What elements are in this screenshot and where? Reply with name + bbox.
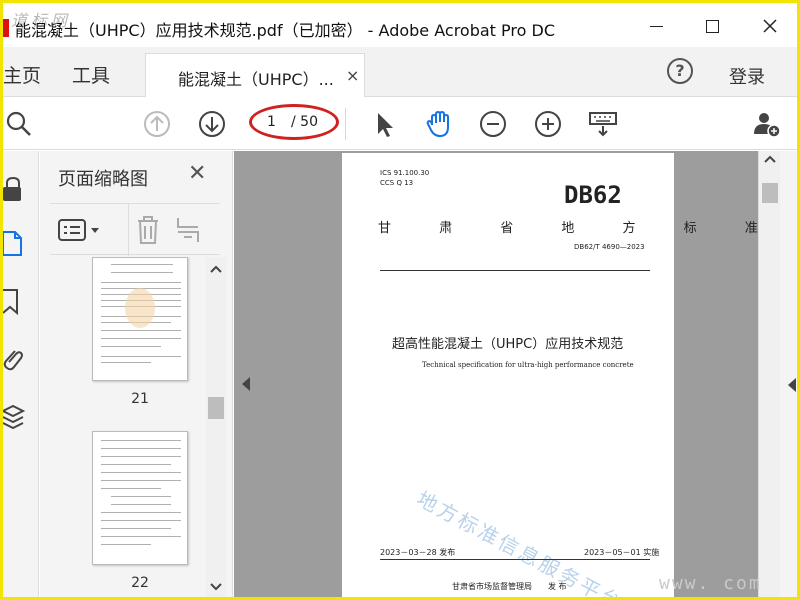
right-pane-rail bbox=[780, 151, 797, 597]
zoom-in-button[interactable] bbox=[532, 108, 564, 140]
thumbnail-label-22: 22 bbox=[131, 575, 149, 591]
keyboard-icon bbox=[589, 112, 617, 137]
security-lock-button[interactable] bbox=[3, 175, 33, 205]
login-button[interactable]: 登录 bbox=[729, 63, 765, 89]
close-icon bbox=[763, 19, 777, 33]
document-view[interactable]: ICS 91.100.30 CCS Q 13 DB62 甘 肃 省 地 方 标 … bbox=[234, 151, 758, 597]
minimize-button[interactable] bbox=[633, 11, 679, 41]
arrow-up-circle-icon bbox=[144, 111, 170, 137]
standard-code: DB62 bbox=[564, 181, 622, 209]
issue-date: 2023－03－28 发布 bbox=[380, 548, 456, 557]
thumbnail-scroll-thumb[interactable] bbox=[208, 397, 224, 419]
list-options-icon bbox=[58, 219, 99, 241]
footer-rule bbox=[380, 559, 650, 560]
panel-toolbar bbox=[50, 203, 220, 256]
maximize-button[interactable] bbox=[689, 11, 735, 41]
previous-page-button[interactable] bbox=[141, 108, 173, 140]
panel-toolbar-divider bbox=[128, 204, 129, 256]
thumbnail-options-button[interactable] bbox=[58, 216, 104, 248]
thumbnail-label-21: 21 bbox=[131, 391, 149, 407]
expand-right-pane-icon[interactable] bbox=[788, 378, 796, 392]
pdf-page: ICS 91.100.30 CCS Q 13 DB62 甘 肃 省 地 方 标 … bbox=[342, 153, 758, 597]
bookmark-icon bbox=[3, 289, 18, 316]
cursor-arrow-icon bbox=[378, 113, 393, 137]
search-icon bbox=[6, 111, 31, 136]
red-highlight-oval bbox=[249, 104, 339, 140]
collapse-left-pane-icon[interactable] bbox=[242, 377, 250, 391]
help-icon[interactable]: ? bbox=[667, 58, 693, 84]
panel-close-button[interactable]: ✕ bbox=[188, 161, 206, 186]
paperclip-icon bbox=[3, 350, 23, 371]
document-tab[interactable]: 能混凝土（UHPC）... × bbox=[145, 53, 365, 97]
site-watermark-bottom: www. com bbox=[659, 573, 762, 594]
next-page-button[interactable] bbox=[196, 108, 228, 140]
scroll-up-icon[interactable] bbox=[206, 261, 226, 277]
delete-page-button[interactable] bbox=[134, 214, 162, 250]
extract-pages-button[interactable] bbox=[176, 214, 204, 250]
document-scroll-thumb[interactable] bbox=[762, 183, 778, 203]
publisher: 甘肃省市场监督管理局 发 布 bbox=[452, 582, 567, 591]
panel-title: 页面缩略图 bbox=[58, 169, 148, 190]
document-tab-label: 能混凝土（UHPC）... bbox=[178, 70, 334, 89]
layers-icon bbox=[3, 404, 26, 430]
page-thumbnail-22[interactable] bbox=[92, 431, 188, 565]
page-thumbnails-icon bbox=[3, 231, 31, 256]
share-user-button[interactable] bbox=[751, 108, 783, 140]
add-user-icon bbox=[754, 113, 781, 138]
page-thumbnail-21[interactable] bbox=[92, 257, 188, 381]
close-window-button[interactable] bbox=[747, 11, 793, 41]
extract-icon bbox=[177, 218, 199, 242]
maximize-icon bbox=[705, 19, 719, 33]
document-tab-close-button[interactable]: × bbox=[346, 66, 359, 85]
header-rule bbox=[380, 270, 650, 271]
ics-code: ICS 91.100.30 bbox=[380, 169, 430, 177]
thumbnail-panel: 页面缩略图 ✕ 21 22 bbox=[40, 151, 233, 597]
tab-home[interactable]: 主页 bbox=[3, 61, 41, 88]
thumbnail-scrollbar[interactable] bbox=[206, 257, 226, 597]
hand-icon bbox=[426, 111, 449, 137]
zoom-out-icon bbox=[480, 111, 506, 137]
toolbar: 1 / 50 bbox=[3, 98, 797, 150]
zoom-in-icon bbox=[535, 111, 561, 137]
attachments-button[interactable] bbox=[3, 345, 33, 375]
app-window: 道标网 能混凝土（UHPC）应用技术规范.pdf（已加密） - Adobe Ac… bbox=[0, 0, 800, 600]
search-button[interactable] bbox=[3, 108, 35, 140]
province-standard-label: 甘 肃 省 地 方 标 准 bbox=[378, 221, 780, 236]
layers-button[interactable] bbox=[3, 403, 33, 433]
zoom-out-button[interactable] bbox=[477, 108, 509, 140]
scroll-down-icon[interactable] bbox=[206, 579, 226, 595]
left-navigation-rail bbox=[3, 151, 39, 597]
keyboard-scroll-button[interactable] bbox=[587, 108, 619, 140]
toolbar-divider bbox=[345, 108, 346, 140]
page-thumbnails-button[interactable] bbox=[3, 229, 33, 259]
minimize-icon bbox=[649, 25, 663, 27]
menu-bar: 主页 工具 能混凝土（UHPC）... × ? 登录 bbox=[3, 47, 797, 97]
document-title-en: Technical specification for ultra-high p… bbox=[422, 361, 634, 369]
select-tool-button[interactable] bbox=[369, 108, 401, 140]
hand-tool-button[interactable] bbox=[423, 108, 455, 140]
window-title: 能混凝土（UHPC）应用技术规范.pdf（已加密） - Adobe Acroba… bbox=[15, 21, 555, 40]
bookmarks-button[interactable] bbox=[3, 287, 33, 317]
standard-number: DB62/T 4690—2023 bbox=[574, 243, 645, 251]
acrobat-app-icon bbox=[3, 19, 9, 37]
doc-scroll-up-icon[interactable] bbox=[759, 151, 781, 167]
thumbnail-watermark-seal bbox=[125, 288, 155, 328]
trash-icon bbox=[138, 216, 158, 244]
ccs-code: CCS Q 13 bbox=[380, 179, 414, 187]
title-bar: 道标网 能混凝土（UHPC）应用技术规范.pdf（已加密） - Adobe Ac… bbox=[3, 3, 797, 47]
document-title-cn: 超高性能混凝土（UHPC）应用技术规范 bbox=[392, 337, 624, 352]
tab-tools[interactable]: 工具 bbox=[72, 61, 110, 88]
document-scrollbar[interactable] bbox=[758, 151, 780, 597]
implementation-date: 2023－05－01 实施 bbox=[584, 548, 660, 557]
lock-icon bbox=[3, 176, 21, 201]
arrow-down-circle-icon bbox=[199, 111, 225, 137]
thumbnail-list: 21 22 bbox=[40, 257, 210, 597]
